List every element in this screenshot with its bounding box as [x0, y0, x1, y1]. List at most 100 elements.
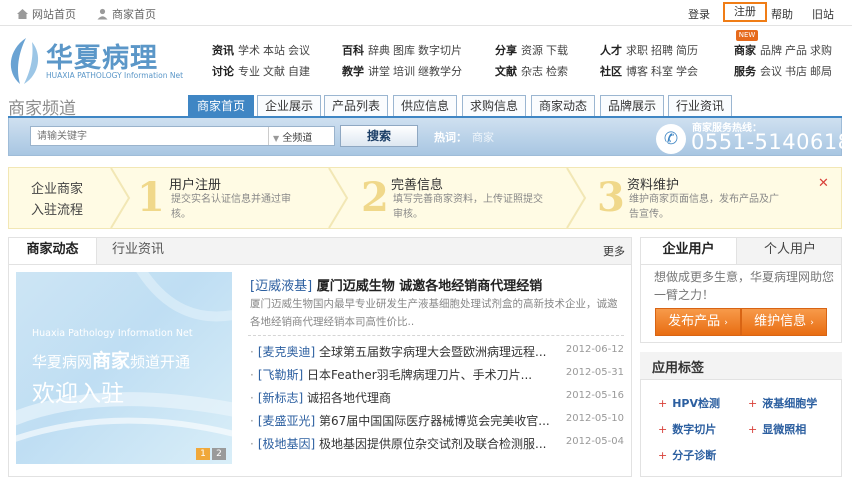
- step-number: 1: [137, 174, 165, 221]
- nav-link[interactable]: 下载: [546, 44, 568, 57]
- news-item-title: 日本Feather羽毛牌病理刀片、手术刀片...: [307, 368, 533, 382]
- nav-link[interactable]: 科室: [651, 65, 673, 78]
- nav-link[interactable]: 百科: [342, 44, 364, 57]
- news-item-tag[interactable]: [新标志]: [258, 391, 303, 405]
- nav-link[interactable]: 文献: [495, 65, 517, 78]
- nav-link[interactable]: 文献: [263, 65, 285, 78]
- nav-link[interactable]: 学术: [238, 44, 260, 57]
- news-list-item[interactable]: · [麦克奥迪] 全球第五届数字病理大会暨欧洲病理远程... 2012-06-12: [250, 343, 626, 359]
- bullet-icon: ·: [250, 391, 254, 405]
- nav-link[interactable]: 资讯: [212, 44, 234, 57]
- nav-link[interactable]: 讲堂: [368, 65, 390, 78]
- banner-page-1[interactable]: 1: [196, 448, 210, 460]
- tab-merchant-home[interactable]: 商家首页: [188, 95, 254, 117]
- nav-link[interactable]: 人才: [600, 44, 622, 57]
- site-logo[interactable]: 华夏病理 HUAXIA PATHOLOGY Information Net: [6, 36, 196, 86]
- nav-link[interactable]: 继教学分: [418, 65, 462, 78]
- banner-line1: 华夏病网商家频道开通: [32, 346, 190, 373]
- nav-link[interactable]: 求职: [626, 44, 648, 57]
- promo-banner[interactable]: Huaxia Pathology Information Net 华夏病网商家频…: [16, 272, 232, 464]
- help-link[interactable]: 帮助: [771, 6, 793, 22]
- search-scope-select[interactable]: ▼ 全频道: [268, 127, 334, 145]
- tab-industry-info[interactable]: 行业资讯: [100, 238, 176, 264]
- nav-link[interactable]: 会议: [760, 65, 782, 78]
- tag-link[interactable]: + 数字切片: [658, 421, 716, 437]
- headline-link[interactable]: [迈威液基] 厦门迈威生物 诚邀各地经销商代理经销: [250, 275, 542, 294]
- news-item-tag[interactable]: [麦盛亚光]: [258, 414, 315, 428]
- headline-tag[interactable]: [迈威液基]: [250, 279, 312, 294]
- news-list-item[interactable]: · [麦盛亚光] 第67届中国国际医疗器械博览会完美收官... 2012-05-10: [250, 412, 626, 428]
- user-promo-text: 想做成更多生意，华夏病理网助您一臂之力！: [654, 270, 835, 302]
- register-link[interactable]: 注册: [723, 2, 767, 22]
- nav-link[interactable]: 数字切片: [418, 44, 462, 57]
- tab-product-list[interactable]: 产品列表: [324, 95, 388, 117]
- tag-link[interactable]: + 分子诊断: [658, 447, 716, 463]
- nav-link[interactable]: 服务: [734, 65, 756, 78]
- nav-link[interactable]: 培训: [393, 65, 415, 78]
- publish-product-button[interactable]: 发布产品 ›: [655, 308, 741, 336]
- nav-link[interactable]: 图库: [393, 44, 415, 57]
- nav-link[interactable]: 商家: [734, 44, 756, 57]
- merchant-home-label: 商家首页: [112, 8, 156, 21]
- merchant-home-link[interactable]: 商家首页: [96, 6, 156, 22]
- maintain-info-button[interactable]: 维护信息 ›: [741, 308, 827, 336]
- login-link[interactable]: 登录: [688, 6, 710, 22]
- bullet-icon: ·: [250, 345, 254, 359]
- chevron-right-icon: [566, 168, 587, 228]
- news-item-title: 极地基因提供原位杂交试剂及联合检测服...: [319, 437, 547, 451]
- news-list-item[interactable]: · [飞勒斯] 日本Feather羽毛牌病理刀片、手术刀片... 2012-05-3…: [250, 366, 626, 382]
- tab-brand-show[interactable]: 品牌展示: [600, 95, 664, 117]
- news-item-tag[interactable]: [飞勒斯]: [258, 368, 303, 382]
- news-item-tag[interactable]: [极地基因]: [258, 437, 315, 451]
- more-link[interactable]: 更多: [603, 243, 625, 259]
- tab-personal-user[interactable]: 个人用户: [750, 238, 830, 264]
- tag-link[interactable]: + 显微照相: [748, 421, 806, 437]
- nav-link[interactable]: 教学: [342, 65, 364, 78]
- tags-title: 应用标签: [652, 361, 705, 376]
- nav-link[interactable]: 检索: [546, 65, 568, 78]
- nav-link[interactable]: 专业: [238, 65, 260, 78]
- tag-link[interactable]: + 液基细胞学: [748, 395, 817, 411]
- nav-link[interactable]: 自建: [288, 65, 310, 78]
- headline-summary: 厦门迈威生物国内最早专业研发生产液基细胞处理试剂盒的高新技术企业，诚邀各地经销商…: [250, 298, 618, 328]
- hot-word-link[interactable]: 商家: [472, 129, 494, 145]
- tab-industry-news[interactable]: 行业资讯: [668, 95, 732, 117]
- nav-link[interactable]: 品牌: [760, 44, 782, 57]
- site-home-link[interactable]: 网站首页: [16, 6, 76, 22]
- nav-link[interactable]: 招聘: [651, 44, 673, 57]
- tab-purchase[interactable]: 求购信息: [462, 95, 526, 117]
- bullet-icon: ·: [250, 437, 254, 451]
- close-icon[interactable]: ✕: [818, 176, 829, 191]
- nav-link[interactable]: 产品: [785, 44, 807, 57]
- news-item-tag[interactable]: [麦克奥迪]: [258, 345, 315, 359]
- logo-leaf-icon: [10, 38, 39, 84]
- tag-link[interactable]: + HPV检测: [658, 395, 720, 411]
- nav-link[interactable]: 求购: [810, 44, 832, 57]
- news-list-item[interactable]: · [新标志] 诚招各地代理商 2012-05-16: [250, 389, 626, 405]
- banner-page-2[interactable]: 2: [212, 448, 226, 460]
- chevron-right-icon: [110, 168, 131, 228]
- nav-link[interactable]: 资源: [521, 44, 543, 57]
- nav-link[interactable]: 简历: [676, 44, 698, 57]
- nav-link[interactable]: 杂志: [521, 65, 543, 78]
- tab-enterprise-user[interactable]: 企业用户: [641, 238, 737, 264]
- tab-supply[interactable]: 供应信息: [393, 95, 457, 117]
- nav-link[interactable]: 邮局: [810, 65, 832, 78]
- onboarding-process: 企业商家 入驻流程 1 用户注册 提交实名认证信息并通过审核。 2 完善信息 填…: [8, 167, 842, 229]
- old-site-link[interactable]: 旧站: [812, 6, 834, 22]
- nav-link[interactable]: 辞典: [368, 44, 390, 57]
- nav-link[interactable]: 讨论: [212, 65, 234, 78]
- search-button[interactable]: 搜索: [340, 125, 418, 147]
- nav-link[interactable]: 本站: [263, 44, 285, 57]
- tab-merchant-news[interactable]: 商家动态: [531, 95, 595, 117]
- tab-company-show[interactable]: 企业展示: [257, 95, 321, 117]
- nav-link[interactable]: 会议: [288, 44, 310, 57]
- tab-merchant-dynamics[interactable]: 商家动态: [9, 238, 97, 264]
- nav-link[interactable]: 博客: [626, 65, 648, 78]
- news-list-item[interactable]: · [极地基因] 极地基因提供原位杂交试剂及联合检测服... 2012-05-04: [250, 435, 626, 451]
- nav-link[interactable]: 学会: [676, 65, 698, 78]
- nav-link[interactable]: 书店: [785, 65, 807, 78]
- nav-link[interactable]: 社区: [600, 65, 622, 78]
- nav-link[interactable]: 分享: [495, 44, 517, 57]
- dropdown-arrow-icon: ▼: [273, 134, 280, 143]
